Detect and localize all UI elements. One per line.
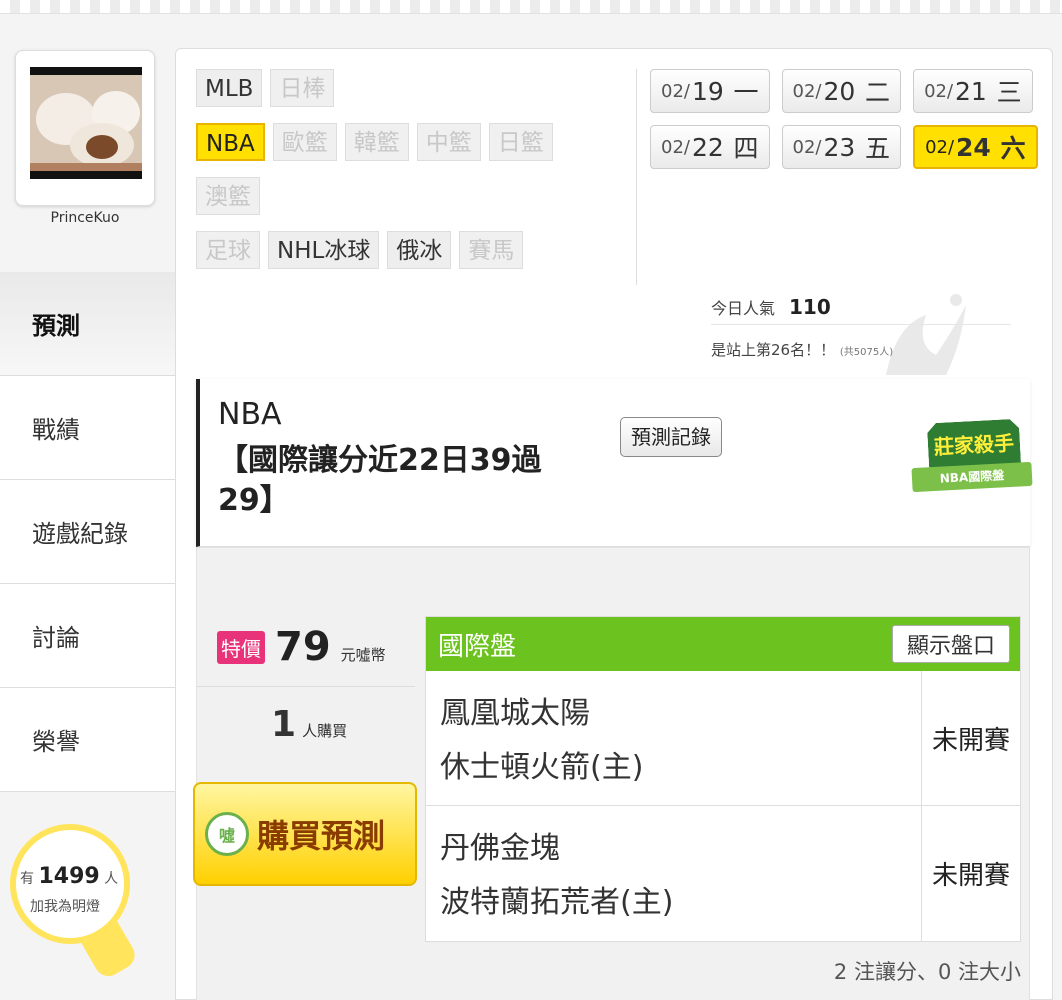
sport-chip-jp-basketball: 日籃 bbox=[488, 123, 553, 161]
nav-item-discussion[interactable]: 討論 bbox=[0, 584, 175, 688]
username: PrinceKuo bbox=[50, 210, 120, 226]
popularity-info: 今日人氣 110 是站上第26名！！ (共5075人) bbox=[711, 295, 1011, 360]
sport-chip-soccer: 足球 bbox=[196, 231, 260, 269]
buy-prediction-label: 購買預測 bbox=[257, 817, 386, 855]
table-title: 國際盤 bbox=[438, 631, 517, 662]
sidebar-nav: 預測 戰績 遊戲紀錄 討論 榮譽 bbox=[0, 272, 175, 792]
date-row: 02/22 四 02/23 五 02/24 六 bbox=[650, 125, 1040, 169]
prediction-content: 特價 79 元噓幣 1 人購買 噓 購買預測 國際盤 顯示盤口 鳳凰城太陽 休士頓… bbox=[193, 547, 1030, 1000]
sport-filter: MLB 日棒 NBA 歐籃 韓籃 中籃 日籃 澳籃 足球 NHL冰球 俄冰 賽馬 bbox=[196, 69, 626, 285]
nav-item-honor[interactable]: 榮譽 bbox=[0, 688, 175, 792]
prediction-title: 【國際讓分近22日39過29】 bbox=[218, 443, 542, 518]
sport-chip-nba[interactable]: NBA bbox=[196, 123, 265, 161]
nav-item-game-log[interactable]: 遊戲紀錄 bbox=[0, 480, 175, 584]
popularity-label: 今日人氣 bbox=[711, 299, 776, 318]
table-row: 丹佛金塊 波特蘭拓荒者(主) 未開賽 bbox=[426, 806, 1020, 941]
date-button-0224[interactable]: 02/24 六 bbox=[913, 125, 1038, 169]
nav-item-label: 遊戲紀錄 bbox=[32, 520, 128, 548]
nav-item-label: 討論 bbox=[32, 624, 80, 652]
prediction-league: NBA bbox=[218, 397, 282, 432]
sport-row: 澳籃 bbox=[196, 177, 626, 215]
follower-count: 有 1499 人 bbox=[20, 864, 119, 889]
total-users: (共5075人) bbox=[839, 347, 894, 358]
sport-chip-horse-racing: 賽馬 bbox=[459, 231, 524, 269]
sport-chip-au-basketball: 澳籃 bbox=[196, 177, 260, 215]
date-picker: 02/19 一 02/20 二 02/21 三 02/22 四 02/23 五 … bbox=[650, 69, 1040, 181]
away-team: 丹佛金塊 bbox=[440, 831, 560, 866]
sport-chip-nhl[interactable]: NHL冰球 bbox=[268, 231, 380, 269]
table-header: 國際盤 顯示盤口 bbox=[426, 617, 1020, 671]
date-button-0223[interactable]: 02/23 五 bbox=[781, 125, 902, 169]
games-table: 國際盤 顯示盤口 鳳凰城太陽 休士頓火箭(主) 未開賽 丹佛金塊 波特蘭拓荒者(… bbox=[425, 616, 1021, 942]
nav-item-label: 榮譽 bbox=[32, 728, 80, 756]
sale-tag: 特價 bbox=[217, 630, 265, 664]
sport-chip-mlb[interactable]: MLB bbox=[196, 69, 263, 107]
prediction-record-button[interactable]: 預測記錄 bbox=[620, 417, 722, 457]
sport-row: NBA 歐籃 韓籃 中籃 日籃 bbox=[196, 123, 626, 161]
avatar-frame[interactable] bbox=[15, 50, 155, 206]
follow-lightbulb[interactable]: 有 1499 人 加我為明燈 bbox=[10, 824, 140, 984]
home-team: 休士頓火箭(主) bbox=[440, 750, 644, 785]
date-button-0220[interactable]: 02/20 二 bbox=[781, 69, 902, 113]
divider bbox=[197, 686, 415, 687]
sport-row: 足球 NHL冰球 俄冰 賽馬 bbox=[196, 231, 626, 269]
sport-chip-khl[interactable]: 俄冰 bbox=[387, 231, 452, 269]
bet-summary: 2 注讓分、0 注大小 bbox=[833, 960, 1021, 984]
follow-label: 加我為明燈 bbox=[30, 899, 100, 915]
top-border-decoration bbox=[0, 0, 1062, 14]
nav-item-label: 預測 bbox=[32, 312, 80, 340]
buy-prediction-button[interactable]: 噓 購買預測 bbox=[193, 782, 417, 886]
sport-row: MLB 日棒 bbox=[196, 69, 626, 107]
date-button-0221[interactable]: 02/21 三 bbox=[913, 69, 1033, 113]
game-status: 未開賽 bbox=[931, 725, 1010, 756]
main-panel: MLB 日棒 NBA 歐籃 韓籃 中籃 日籃 澳籃 足球 NHL冰球 俄冰 賽馬… bbox=[175, 48, 1053, 1000]
sport-chip-eu-basketball: 歐籃 bbox=[272, 123, 337, 161]
banker-killer-badge: 莊家殺手 NBA國際盤 bbox=[911, 419, 1033, 499]
sport-chip-cn-basketball: 中籃 bbox=[416, 123, 481, 161]
nav-item-record[interactable]: 戰績 bbox=[0, 376, 175, 480]
buyer-count: 1 人購買 bbox=[271, 704, 348, 745]
table-row: 鳳凰城太陽 休士頓火箭(主) 未開賽 bbox=[426, 671, 1020, 806]
nav-item-predict[interactable]: 預測 bbox=[0, 272, 175, 376]
rank-text: 是站上第26名！！ bbox=[711, 341, 836, 359]
left-sidebar: PrinceKuo 預測 戰績 遊戲紀錄 討論 榮譽 有 1499 人 加我為明… bbox=[0, 14, 175, 1000]
price-row: 特價 79 元噓幣 bbox=[217, 624, 386, 670]
avatar[interactable] bbox=[30, 67, 142, 179]
sport-chip-kr-basketball: 韓籃 bbox=[344, 123, 409, 161]
date-button-0219[interactable]: 02/19 一 bbox=[650, 69, 770, 113]
popularity-value: 110 bbox=[789, 295, 831, 319]
price-value: 79 bbox=[275, 624, 331, 670]
nav-item-label: 戰績 bbox=[32, 416, 80, 444]
prediction-header: NBA 【國際讓分近22日39過29】 預測記錄 莊家殺手 NBA國際盤 bbox=[196, 379, 1033, 547]
sport-chip-jp-baseball: 日棒 bbox=[270, 69, 335, 107]
coin-icon: 噓 bbox=[205, 812, 249, 856]
price-unit: 元噓幣 bbox=[340, 645, 386, 664]
badge-subtitle: NBA國際盤 bbox=[911, 461, 1033, 493]
filter-divider bbox=[636, 69, 637, 285]
away-team: 鳳凰城太陽 bbox=[440, 696, 590, 731]
home-team: 波特蘭拓荒者(主) bbox=[440, 885, 674, 920]
game-teams: 丹佛金塊 波特蘭拓荒者(主) bbox=[426, 806, 922, 941]
date-row: 02/19 一 02/20 二 02/21 三 bbox=[650, 69, 1040, 113]
date-button-0222[interactable]: 02/22 四 bbox=[650, 125, 770, 169]
show-odds-button[interactable]: 顯示盤口 bbox=[891, 625, 1010, 663]
game-status: 未開賽 bbox=[931, 861, 1010, 891]
avatar-photo bbox=[30, 67, 142, 179]
game-teams: 鳳凰城太陽 休士頓火箭(主) bbox=[426, 671, 922, 805]
